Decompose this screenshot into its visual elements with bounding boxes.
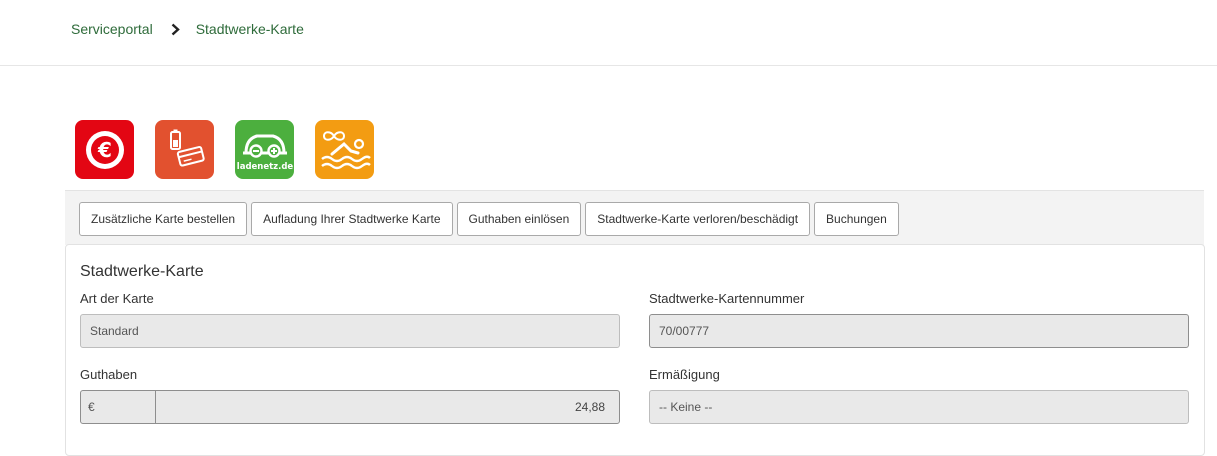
euro-icon: € (83, 128, 127, 172)
swimming-icon (318, 127, 372, 173)
tile-euro[interactable]: € (75, 120, 134, 179)
card-type-field: Standard (80, 314, 620, 348)
tile-ladenetz[interactable]: ladenetz.de (235, 120, 294, 179)
balance-value: 24,88 (574, 400, 605, 414)
top-up-card-button[interactable]: Aufladung Ihrer Stadtwerke Karte (251, 202, 453, 236)
currency-addon: € (81, 391, 156, 423)
breadcrumb-stadtwerke-karte[interactable]: Stadtwerke-Karte (196, 21, 304, 37)
card-type-label: Art der Karte (80, 291, 154, 306)
breadcrumb: Serviceportal Stadtwerke-Karte (71, 21, 304, 37)
bookings-button[interactable]: Buchungen (814, 202, 899, 236)
svg-text:€: € (97, 138, 112, 162)
card-lost-damaged-button[interactable]: Stadtwerke-Karte verloren/beschädigt (585, 202, 811, 236)
discount-field: -- Keine -- (649, 390, 1189, 424)
order-additional-card-button[interactable]: Zusätzliche Karte bestellen (79, 202, 248, 236)
service-tiles: € ladenetz.de (75, 120, 374, 179)
chevron-right-icon (171, 23, 180, 36)
card-details-panel: Stadtwerke-Karte Art der Karte Standard … (65, 244, 1205, 456)
discount-label: Ermäßigung (649, 367, 720, 382)
redeem-credit-button[interactable]: Guthaben einlösen (456, 202, 582, 236)
balance-field: € 24,88 (80, 390, 620, 424)
card-number-label: Stadtwerke-Kartennummer (649, 291, 805, 306)
panel-title: Stadtwerke-Karte (80, 263, 204, 280)
card-number-field: 70/00777 (649, 314, 1189, 348)
ladenetz-car-icon: ladenetz.de (237, 125, 293, 175)
top-bar: Serviceportal Stadtwerke-Karte (0, 0, 1217, 66)
tile-aufladung[interactable] (155, 120, 214, 179)
tile-baeder[interactable] (315, 120, 374, 179)
action-bar: Zusätzliche Karte bestellen Aufladung Ih… (65, 190, 1204, 245)
battery-card-icon (162, 127, 208, 173)
ladenetz-logo-text: ladenetz.de (237, 162, 293, 172)
breadcrumb-serviceportal[interactable]: Serviceportal (71, 21, 153, 37)
balance-label: Guthaben (80, 367, 138, 382)
